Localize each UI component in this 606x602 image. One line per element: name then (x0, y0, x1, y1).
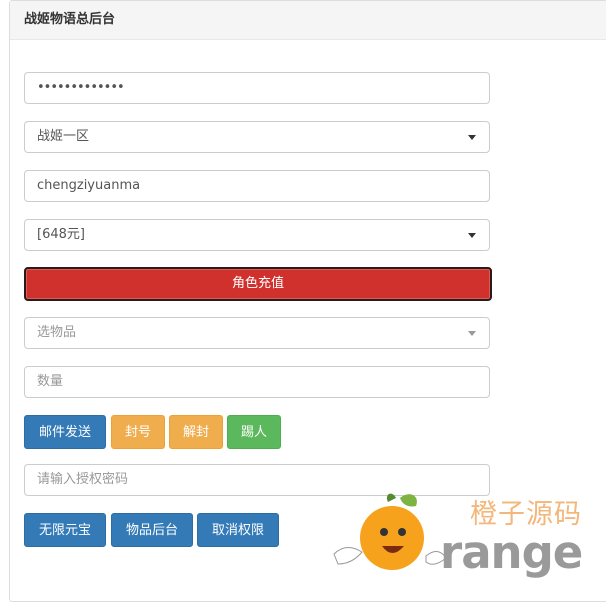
item-select-placeholder: 选物品 (37, 325, 77, 340)
server-select[interactable]: 战姬一区 (24, 121, 490, 153)
account-value: chengziyuanma (37, 178, 141, 193)
chevron-down-icon (468, 233, 476, 238)
server-select-value: 战姬一区 (37, 129, 90, 144)
watermark-en-text: range (440, 526, 583, 579)
recharge-button[interactable]: 角色充值 (24, 267, 492, 301)
kick-button[interactable]: 踢人 (227, 415, 281, 449)
password-field[interactable]: ••••••••••••• (24, 72, 490, 104)
item-select[interactable]: 选物品 (24, 317, 490, 349)
panel-title: 战姬物语总后台 (10, 1, 606, 40)
revoke-permission-button[interactable]: 取消权限 (197, 513, 279, 547)
mail-send-button[interactable]: 邮件发送 (24, 415, 106, 449)
watermark-logo: 橙子源码 range (328, 488, 606, 579)
recharge-amount-select[interactable]: [648元] (24, 219, 490, 251)
item-backend-button[interactable]: 物品后台 (111, 513, 193, 547)
unban-button[interactable]: 解封 (169, 415, 223, 449)
unlimited-yuanbao-button[interactable]: 无限元宝 (24, 513, 106, 547)
chevron-down-icon (468, 331, 476, 336)
quantity-field[interactable]: 数量 (24, 366, 490, 398)
account-field[interactable]: chengziyuanma (24, 170, 490, 202)
ban-button[interactable]: 封号 (111, 415, 165, 449)
quantity-placeholder: 数量 (37, 374, 64, 389)
password-value: ••••••••••••• (37, 80, 125, 95)
recharge-amount-value: [648元] (37, 227, 85, 242)
chevron-down-icon (468, 135, 476, 140)
auth-password-placeholder: 请输入授权密码 (37, 472, 129, 487)
